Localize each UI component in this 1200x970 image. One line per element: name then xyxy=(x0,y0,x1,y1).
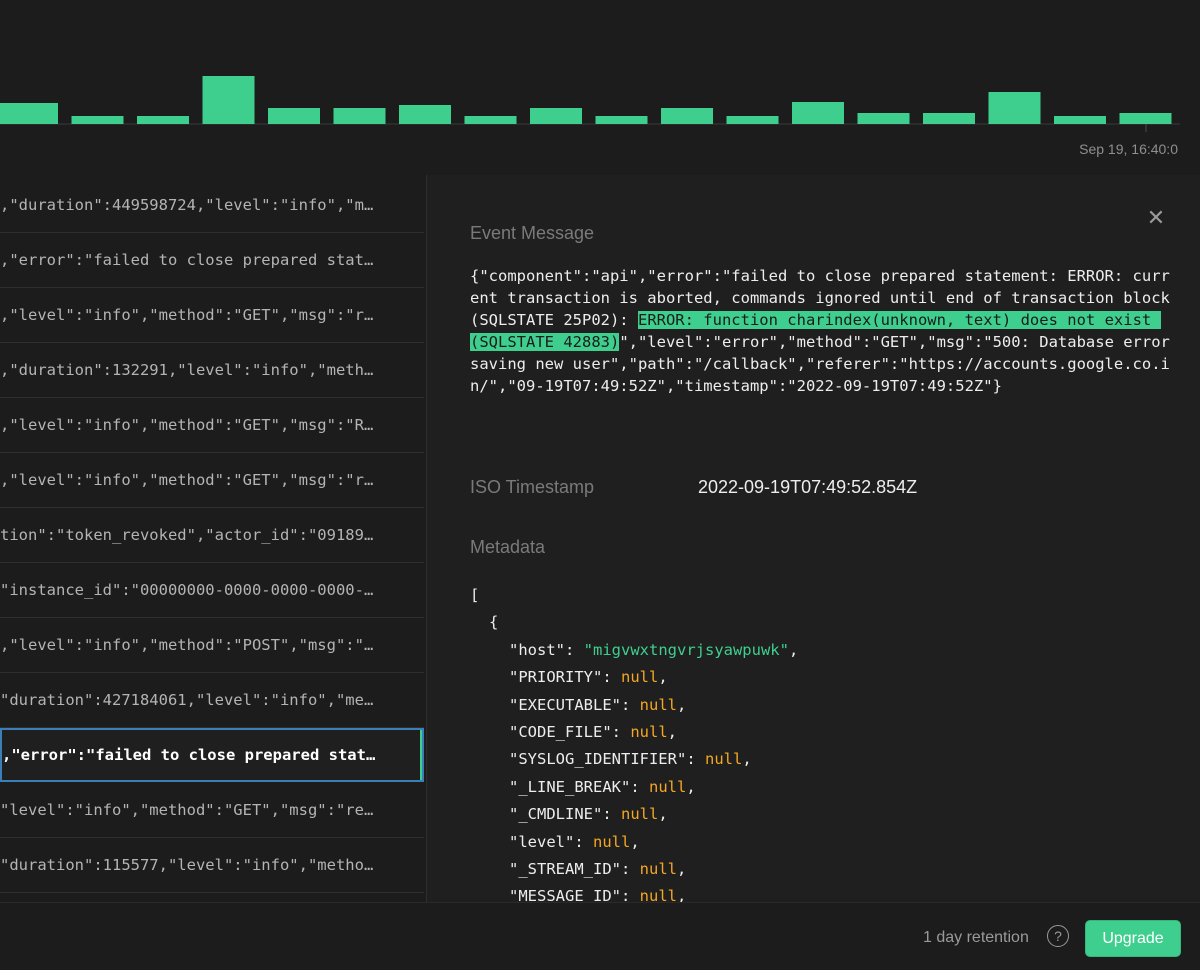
histogram-bar[interactable] xyxy=(268,108,320,124)
metadata-key: "EXECUTABLE" xyxy=(509,695,621,714)
metadata-value: null xyxy=(649,777,687,796)
log-row[interactable]: ,"duration":449598724,"level":"info","m… xyxy=(0,178,424,233)
metadata-key: "CODE_FILE" xyxy=(509,723,612,742)
log-row[interactable]: ,"level":"info","method":"GET","msg":"R… xyxy=(0,398,424,453)
event-message-label: Event Message xyxy=(470,223,595,243)
log-row-text: ,"level":"info","method":"POST","msg":"… xyxy=(0,636,374,654)
histogram-bar[interactable] xyxy=(333,108,386,124)
histogram-bar[interactable] xyxy=(399,105,451,124)
log-row-text: ,"duration":449598724,"level":"info","m… xyxy=(0,196,374,214)
log-row[interactable]: ,"duration":132291,"level":"info","meth… xyxy=(0,343,424,398)
metadata-field: "level": null, xyxy=(509,832,640,851)
log-row-text: ,"level":"info","method":"GET","msg":"r… xyxy=(0,306,374,324)
log-row-text: "duration":115577,"level":"info","metho… xyxy=(0,856,374,874)
histogram-bar[interactable] xyxy=(464,116,517,124)
metadata-field: "_CMDLINE": null, xyxy=(509,805,668,824)
metadata-value: "migvwxtngvrjsyawpuwk" xyxy=(583,640,789,659)
iso-timestamp-value: 2022-09-19T07:49:52.854Z xyxy=(698,477,918,497)
histogram-bar[interactable] xyxy=(0,103,58,124)
histogram-bar[interactable] xyxy=(726,116,779,124)
chart-time-label: Sep 19, 16:40:0 xyxy=(1079,141,1178,157)
metadata-key: "_STREAM_ID" xyxy=(509,860,621,879)
histogram-bar[interactable] xyxy=(1054,116,1106,124)
log-row[interactable]: ,"error":"failed to close prepared stat… xyxy=(0,233,424,288)
metadata-value: null xyxy=(630,723,668,742)
iso-timestamp-label: ISO Timestamp xyxy=(470,477,595,497)
log-row-text: ,"error":"failed to close prepared stat… xyxy=(2,746,376,764)
metadata-value: null xyxy=(639,695,677,714)
histogram-bar[interactable] xyxy=(530,108,582,124)
histogram-bar[interactable] xyxy=(71,116,124,124)
log-row[interactable]: "duration":115577,"level":"info","metho… xyxy=(0,838,424,893)
log-row-text: ,"duration":132291,"level":"info","meth… xyxy=(0,361,374,379)
metadata-open-bracket: [ xyxy=(470,586,480,604)
log-row[interactable]: "level":"info","method":"GET","msg":"Re… xyxy=(0,893,424,902)
upgrade-button[interactable]: Upgrade xyxy=(1085,920,1181,957)
log-row-text: tion":"token_revoked","actor_id":"09189… xyxy=(0,526,374,544)
retention-text: 1 day retention xyxy=(923,929,1029,946)
metadata-value: null xyxy=(621,805,659,824)
histogram-bar[interactable] xyxy=(1119,113,1172,124)
metadata-value: null xyxy=(639,887,677,902)
histogram-svg xyxy=(0,76,1180,132)
metadata-field: "EXECUTABLE": null, xyxy=(509,695,687,714)
metadata-field: "host": "migvwxtngvrjsyawpuwk", xyxy=(509,640,799,659)
metadata-value: null xyxy=(621,668,659,687)
log-row[interactable]: ,"level":"info","method":"GET","msg":"r… xyxy=(0,288,424,343)
log-histogram-chart: Sep 19, 16:40:0 xyxy=(0,0,1200,175)
histogram-bar[interactable] xyxy=(857,113,910,124)
metadata-field: "_LINE_BREAK": null, xyxy=(509,777,696,796)
log-row-text: "level":"info","method":"GET","msg":"re… xyxy=(0,801,374,819)
metadata-value: null xyxy=(593,832,631,851)
metadata-json: [ { "host": "migvwxtngvrjsyawpuwk", "PRIORI… xyxy=(470,582,798,902)
metadata-field: "PRIORITY": null, xyxy=(509,668,668,687)
log-row-text: ,"level":"info","method":"GET","msg":"R… xyxy=(0,416,374,434)
metadata-field: "MESSAGE_ID": null, xyxy=(470,883,798,902)
log-row[interactable]: "instance_id":"00000000-0000-0000-0000-… xyxy=(0,563,424,618)
log-row-selected[interactable]: ,"error":"failed to close prepared stat… xyxy=(0,728,424,782)
help-icon[interactable]: ? xyxy=(1047,925,1069,947)
metadata-key: "MESSAGE_ID" xyxy=(509,887,621,902)
metadata-key: "host" xyxy=(509,640,565,659)
metadata-key: "_LINE_BREAK" xyxy=(509,777,631,796)
log-row[interactable]: "duration":427184061,"level":"info","me… xyxy=(0,673,424,728)
metadata-key: "level" xyxy=(509,832,575,851)
metadata-key: "_CMDLINE" xyxy=(509,805,603,824)
log-row-text: "duration":427184061,"level":"info","me… xyxy=(0,691,374,709)
histogram-bar[interactable] xyxy=(661,108,713,124)
footer-bar: 1 day retention ? Upgrade xyxy=(0,902,1200,970)
histogram-bar[interactable] xyxy=(137,116,189,124)
log-row-text: ,"level":"info","method":"GET","msg":"r… xyxy=(0,471,374,489)
close-icon[interactable]: ✕ xyxy=(1146,207,1166,229)
log-row-text: ,"error":"failed to close prepared stat… xyxy=(0,251,374,269)
metadata-value: null xyxy=(704,750,743,769)
log-row[interactable]: tion":"token_revoked","actor_id":"09189… xyxy=(0,508,424,563)
log-detail-panel: ✕ Event Message {"component":"api","erro… xyxy=(427,175,1200,902)
metadata-key: "SYSLOG_IDENTIFIER" xyxy=(509,750,687,769)
histogram-bar[interactable] xyxy=(595,116,648,124)
metadata-field: "_STREAM_ID": null, xyxy=(509,860,687,879)
histogram-bar[interactable] xyxy=(202,76,255,124)
metadata-field: "SYSLOG_IDENTIFIER": null, xyxy=(509,750,752,769)
event-message: {"component":"api","error":"failed to cl… xyxy=(470,265,1170,397)
log-row[interactable]: ,"level":"info","method":"POST","msg":"… xyxy=(0,618,424,673)
log-list: ,"duration":449598724,"level":"info","m…… xyxy=(0,175,427,902)
histogram-bar[interactable] xyxy=(988,92,1041,124)
metadata-label: Metadata xyxy=(470,537,546,557)
histogram-bar[interactable] xyxy=(923,113,975,124)
log-row-text: "instance_id":"00000000-0000-0000-0000-… xyxy=(0,581,374,599)
log-row[interactable]: "level":"info","method":"GET","msg":"re… xyxy=(0,783,424,838)
metadata-key: "PRIORITY" xyxy=(509,668,603,687)
histogram-bar[interactable] xyxy=(792,102,844,124)
log-row[interactable]: ,"level":"info","method":"GET","msg":"r… xyxy=(0,453,424,508)
metadata-value: null xyxy=(639,860,677,879)
metadata-open-brace: { xyxy=(489,613,499,632)
metadata-field: "CODE_FILE": null, xyxy=(509,723,677,742)
